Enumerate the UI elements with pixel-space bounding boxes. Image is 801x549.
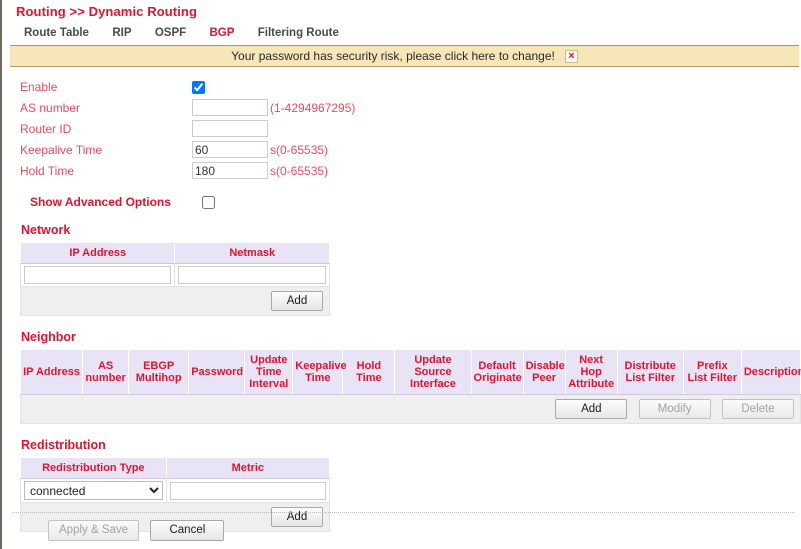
as-number-label: AS number (20, 100, 81, 115)
apply-and-save-button[interactable]: Apply & Save (48, 520, 140, 541)
keepalive-time-label: Keepalive Time (20, 142, 103, 157)
neighbor-col-ip-address: IP Address (19, 349, 84, 395)
keepalive-time-hint: s(0-65535) (270, 142, 329, 157)
enable-checkbox[interactable] (192, 81, 205, 95)
hold-time-hint: s(0-65535) (270, 163, 329, 178)
network-section: Network IP Address Netmask Add (10, 209, 801, 316)
redistribution-metric-input[interactable] (169, 481, 326, 500)
network-button-cell: Add (20, 286, 330, 316)
general-settings: Enable AS number (1-4294967295) Router I… (10, 67, 801, 209)
redistribution-metric-cell (165, 478, 331, 503)
neighbor-col-ebgp-multihop: EBGP Multihop (128, 349, 190, 395)
network-ip-cell (19, 263, 176, 287)
tab-ospf[interactable]: OSPF (145, 27, 196, 39)
show-advanced-options-label: Show Advanced Options (30, 195, 171, 209)
neighbor-button-row: Add Modify Delete (20, 394, 801, 424)
network-button-row: Add (20, 286, 330, 316)
keepalive-time-cell (192, 139, 270, 160)
tab-route-table[interactable]: Route Table (14, 27, 99, 39)
show-advanced-options-checkbox[interactable] (202, 195, 215, 209)
network-table: IP Address Netmask Add (19, 242, 330, 316)
neighbor-col-hold-time: Hold Time (342, 349, 396, 395)
field-row-router-id: Router ID (20, 118, 355, 139)
page-root: Routing >> Dynamic Routing Route Table R… (0, 0, 801, 549)
general-settings-table: Enable AS number (1-4294967295) Router I… (20, 77, 355, 181)
router-id-label: Router ID (20, 121, 72, 136)
neighbor-title: Neighbor (21, 330, 76, 344)
neighbor-col-default-originate: Default Originate (470, 349, 524, 395)
enable-label: Enable (20, 80, 58, 94)
cancel-button[interactable]: Cancel (150, 520, 225, 541)
footer-bar: Apply & Save Cancel (12, 512, 795, 541)
neighbor-add-button[interactable]: Add (555, 399, 628, 419)
redistribution-header-row: Redistribution Type Metric (20, 457, 331, 479)
network-ip-address-input[interactable] (24, 266, 172, 284)
redistribution-input-row: connectedstaticripospfkernel (20, 478, 331, 503)
neighbor-col-prefix-list-filter: Prefix List Filter (682, 349, 742, 395)
close-icon[interactable]: × (564, 49, 578, 63)
neighbor-col-disable-peer: Disable Peer (522, 349, 566, 395)
network-col-ip-address: IP Address (19, 242, 176, 264)
as-number-input[interactable] (192, 99, 268, 116)
field-row-as-number: AS number (1-4294967295) (20, 97, 355, 118)
neighbor-col-distribute-list-filter: Distribute List Filter (616, 349, 684, 395)
tab-bgp[interactable]: BGP (199, 27, 244, 39)
network-header-row: IP Address Netmask (19, 242, 330, 264)
hold-time-cell (192, 160, 270, 181)
password-warning-text[interactable]: Your password has security risk, please … (231, 49, 559, 63)
neighbor-delete-button[interactable]: Delete (722, 399, 794, 419)
footer-divider (12, 512, 795, 513)
neighbor-section: Neighbor IP Address AS number EBGP Multi… (10, 316, 801, 424)
neighbor-table: IP Address AS number EBGP Multihop Passw… (19, 349, 801, 424)
tab-bar: Route Table RIP OSPF BGP Filtering Route (10, 21, 801, 45)
network-input-row (19, 263, 330, 287)
footer-buttons: Apply & Save Cancel (12, 520, 795, 541)
field-row-keepalive-time: Keepalive Time s(0-65535) (20, 139, 355, 160)
network-add-button[interactable]: Add (271, 291, 323, 311)
enable-hint (270, 77, 355, 97)
hold-time-label: Hold Time (20, 163, 75, 178)
network-title: Network (21, 223, 71, 237)
neighbor-col-keepalive-time: Keepalive Time (292, 349, 347, 395)
tab-rip[interactable]: RIP (102, 27, 141, 39)
neighbor-col-next-hop-attribute: Next Hop Attribute (564, 349, 618, 395)
neighbor-col-description: Description (740, 349, 801, 395)
router-id-hint (270, 118, 355, 139)
tab-filtering-route[interactable]: Filtering Route (248, 27, 349, 39)
neighbor-col-update-source-interface: Update Source Interface (394, 349, 472, 395)
redistribution-col-metric: Metric (165, 457, 331, 479)
router-id-cell (192, 118, 270, 139)
router-id-input[interactable] (192, 120, 268, 137)
network-col-netmask: Netmask (174, 242, 330, 264)
network-netmask-input[interactable] (178, 266, 326, 284)
neighbor-header-row: IP Address AS number EBGP Multihop Passw… (19, 349, 801, 395)
as-number-cell (192, 97, 270, 118)
field-row-hold-time: Hold Time s(0-65535) (20, 160, 355, 181)
neighbor-col-as-number: AS number (82, 349, 130, 395)
neighbor-col-update-time-interval: Update Time Interval (244, 349, 294, 395)
hold-time-input[interactable] (192, 162, 268, 179)
redistribution-type-select[interactable]: connectedstaticripospfkernel (24, 481, 163, 500)
breadcrumb: Routing >> Dynamic Routing (16, 4, 197, 19)
redistribution-title: Redistribution (21, 438, 106, 452)
as-number-hint: (1-4294967295) (270, 100, 356, 115)
field-row-enable: Enable (20, 77, 355, 97)
show-advanced-options-row: Show Advanced Options (20, 181, 801, 209)
neighbor-button-cell: Add Modify Delete (20, 394, 801, 424)
redistribution-type-cell: connectedstaticripospfkernel (20, 478, 167, 503)
keepalive-time-input[interactable] (192, 141, 268, 158)
network-netmask-cell (174, 263, 330, 287)
redistribution-col-type: Redistribution Type (20, 457, 167, 479)
enable-cell (192, 77, 270, 97)
password-warning-banner: Your password has security risk, please … (10, 45, 799, 67)
neighbor-modify-button[interactable]: Modify (638, 399, 711, 419)
neighbor-col-password: Password (188, 349, 246, 395)
